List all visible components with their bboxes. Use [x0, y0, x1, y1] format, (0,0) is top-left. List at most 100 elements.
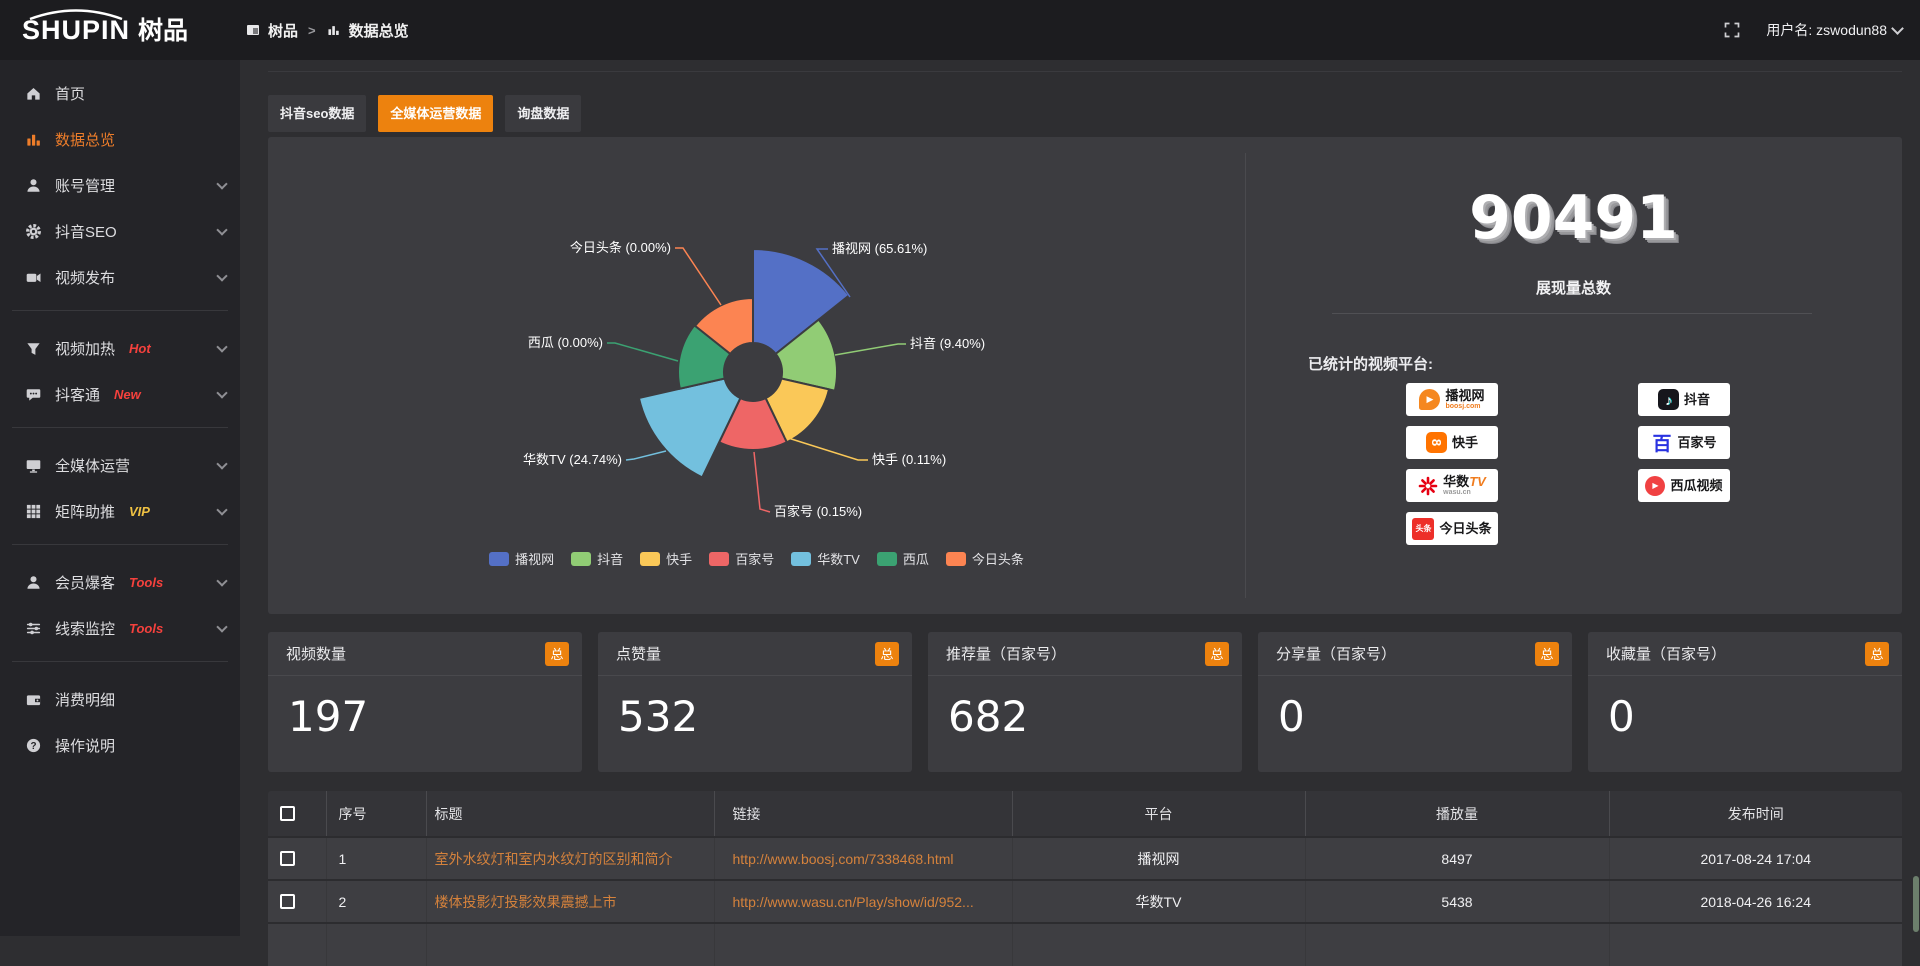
person-icon: [24, 573, 42, 591]
tab-inquiry-data[interactable]: 询盘数据: [505, 95, 581, 132]
video-title-link[interactable]: 楼体投影灯投影效果震撼上市: [435, 894, 617, 910]
pie-label-line-1: [835, 344, 906, 355]
table-row-1: 1室外水纹灯和室内水纹灯的区别和简介http://www.boosj.com/7…: [268, 837, 1902, 880]
gear-icon: [24, 222, 42, 240]
legend-label: 西瓜: [903, 549, 929, 568]
total-badge[interactable]: 总: [545, 642, 569, 666]
sidebar-item-lead-monitor[interactable]: 线索监控Tools: [0, 605, 240, 651]
sidebar-item-douyin-seo[interactable]: 抖音SEO: [0, 208, 240, 254]
sidebar-item-home[interactable]: 首页: [0, 70, 240, 116]
pie-slice-4[interactable]: [639, 379, 741, 478]
chevron-down-icon: [216, 178, 227, 189]
table-row-3: [268, 923, 1902, 966]
boosj-icon: ▶: [1419, 389, 1440, 410]
platform-badge-xigua[interactable]: ▶西瓜视频: [1638, 469, 1730, 502]
stat-card-2: 推荐量（百家号）总682: [928, 632, 1242, 772]
platform-badge-baijiahao[interactable]: 百百家号: [1638, 426, 1730, 459]
stat-card-1: 点赞量总532: [598, 632, 912, 772]
total-badge[interactable]: 总: [1865, 642, 1889, 666]
legend-item-0[interactable]: 播视网: [489, 549, 554, 568]
sidebar-item-instructions[interactable]: ?操作说明: [0, 722, 240, 768]
stat-card-0: 视频数量总197: [268, 632, 582, 772]
sidebar-item-video-heat[interactable]: 视频加热Hot: [0, 325, 240, 371]
col-header-platform: 平台: [1012, 791, 1305, 837]
legend-item-1[interactable]: 抖音: [571, 549, 623, 568]
total-badge[interactable]: 总: [1535, 642, 1559, 666]
legend-item-2[interactable]: 快手: [640, 549, 692, 568]
row-checkbox[interactable]: [280, 894, 295, 909]
breadcrumb-chart-icon: [326, 23, 341, 37]
platform-sub: wasu.cn: [1443, 489, 1486, 496]
stat-card-3: 分享量（百家号）总0: [1258, 632, 1572, 772]
sidebar-item-media-operation[interactable]: 全媒体运营: [0, 442, 240, 488]
video-table-wrap: 序号 标题 链接 平台 播放量 发布时间 1室外水纹灯和室内水纹灯的区别和简介h…: [268, 791, 1902, 966]
breadcrumb: 树品 > 数据总览: [246, 20, 409, 41]
platform-name: 今日头条: [1439, 522, 1491, 536]
platform-badge-boosj[interactable]: ▶播视网boosj.com: [1406, 383, 1498, 416]
legend-swatch: [571, 552, 591, 566]
legend-item-6[interactable]: 今日头条: [946, 549, 1024, 568]
fullscreen-icon[interactable]: [1724, 22, 1740, 38]
chevron-down-icon: [216, 504, 227, 515]
legend-swatch: [877, 552, 897, 566]
sidebar-item-douketong[interactable]: 抖客通New: [0, 371, 240, 417]
chat-icon: [24, 385, 42, 403]
stat-card-value: 682: [928, 676, 1242, 741]
stat-card-label: 收藏量（百家号）: [1606, 643, 1726, 664]
sidebar-item-video-publish[interactable]: 视频发布: [0, 254, 240, 300]
video-table: 序号 标题 链接 平台 播放量 发布时间 1室外水纹灯和室内水纹灯的区别和简介h…: [268, 791, 1902, 966]
platform-badge-toutiao[interactable]: 头条今日头条: [1406, 512, 1498, 545]
total-badge[interactable]: 总: [875, 642, 899, 666]
cell-platform: 华数TV: [1012, 880, 1305, 923]
toutiao-icon: 头条: [1412, 518, 1434, 540]
legend-item-4[interactable]: 华数TV: [791, 549, 860, 568]
table-row-2: 2楼体投影灯投影效果震撼上市http://www.wasu.cn/Play/sh…: [268, 880, 1902, 923]
legend-label: 播视网: [515, 549, 554, 568]
pie-label-line-4: [626, 451, 666, 460]
sidebar-item-expense-detail[interactable]: 消费明细: [0, 676, 240, 722]
cell-num: [326, 923, 426, 966]
video-title-link[interactable]: 室外水纹灯和室内水纹灯的区别和简介: [435, 851, 673, 867]
cell-plays: 5438: [1305, 880, 1609, 923]
select-all-checkbox[interactable]: [280, 806, 295, 821]
wasu-icon: [1418, 476, 1438, 496]
legend-item-3[interactable]: 百家号: [709, 549, 774, 568]
sidebar-item-data-overview[interactable]: 数据总览: [0, 116, 240, 162]
user-menu[interactable]: 用户名: zswodun88: [1766, 20, 1902, 40]
sidebar-item-label: 视频发布: [55, 267, 115, 288]
breadcrumb-root[interactable]: 树品: [268, 20, 298, 41]
legend-swatch: [489, 552, 509, 566]
tab-douyin-seo-data[interactable]: 抖音seo数据: [268, 95, 366, 132]
tab-media-operation-data[interactable]: 全媒体运营数据: [378, 95, 493, 132]
sidebar-item-label: 抖音SEO: [55, 221, 117, 242]
platform-name: 播视网: [1445, 389, 1484, 403]
video-heat-badge: Hot: [129, 341, 151, 356]
legend-item-5[interactable]: 西瓜: [877, 549, 929, 568]
cell-time: [1609, 923, 1902, 966]
sidebar-item-account-manage[interactable]: 账号管理: [0, 162, 240, 208]
sidebar-divider: [12, 544, 228, 545]
sidebar-divider: [12, 310, 228, 311]
platform-badge-wasu[interactable]: 华数TVwasu.cn: [1406, 469, 1498, 502]
scrollbar-thumb[interactable]: [1913, 876, 1919, 932]
platform-badge-kuaishou[interactable]: 8快手: [1406, 426, 1498, 459]
row-checkbox[interactable]: [280, 851, 295, 866]
chevron-down-icon: [216, 224, 227, 235]
video-url-link[interactable]: http://www.boosj.com/7338468.html: [733, 851, 954, 867]
total-impressions-value: 90491: [1245, 183, 1902, 253]
pie-label-line-2: [785, 437, 868, 460]
sidebar-item-member-burst[interactable]: 会员爆客Tools: [0, 559, 240, 605]
kuaishou-icon: 8: [1426, 432, 1447, 453]
data-tabs: 抖音seo数据全媒体运营数据询盘数据: [268, 95, 581, 132]
sidebar-item-matrix-boost[interactable]: 矩阵助推VIP: [0, 488, 240, 534]
legend-label: 百家号: [735, 549, 774, 568]
total-badge[interactable]: 总: [1205, 642, 1229, 666]
sidebar-item-label: 全媒体运营: [55, 455, 130, 476]
platform-badge-douyin[interactable]: ♪抖音: [1638, 383, 1730, 416]
legend-swatch: [791, 552, 811, 566]
sidebar-item-label: 会员爆客: [55, 572, 115, 593]
total-impressions-label: 展现量总数: [1245, 277, 1902, 298]
cell-time: 2018-04-26 16:24: [1609, 880, 1902, 923]
pie-label-5: 西瓜 (0.00%): [528, 335, 603, 350]
video-url-link[interactable]: http://www.wasu.cn/Play/show/id/952...: [733, 894, 974, 910]
